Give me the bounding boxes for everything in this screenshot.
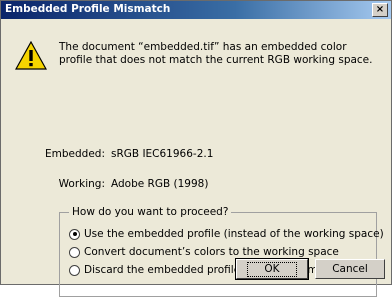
discard-profile-option[interactable]: Discard the embedded profile (don’t colo…: [69, 262, 354, 278]
option-label: Convert document’s colors to the working…: [84, 246, 339, 258]
option-label: Use the embedded profile (instead of the…: [84, 228, 384, 240]
cancel-label: Cancel: [332, 263, 368, 275]
radio-button-selected[interactable]: [69, 228, 80, 240]
dialog-title: Embedded Profile Mismatch: [5, 3, 171, 15]
group-title: How do you want to proceed?: [69, 206, 232, 218]
convert-colors-option[interactable]: Convert document’s colors to the working…: [69, 244, 339, 260]
mismatch-message: The document “embedded.tif” has an embed…: [59, 41, 373, 66]
working-label: Working:: [58, 178, 105, 190]
dialog-window: Embedded Profile Mismatch × The document…: [0, 0, 392, 297]
close-button[interactable]: ×: [372, 3, 388, 17]
option-label: Discard the embedded profile (don’t colo…: [84, 264, 355, 276]
use-embedded-option[interactable]: Use the embedded profile (instead of the…: [69, 226, 384, 242]
embedded-label: Embedded:: [45, 148, 105, 160]
radio-button[interactable]: [69, 246, 80, 258]
title-bar[interactable]: Embedded Profile Mismatch ×: [1, 1, 391, 19]
cancel-button[interactable]: Cancel: [315, 259, 385, 279]
ok-label: OK: [247, 262, 297, 277]
radio-button[interactable]: [69, 264, 80, 276]
close-icon: ×: [375, 4, 385, 15]
embedded-profile-value: sRGB IEC61966-2.1: [111, 148, 214, 160]
ok-button[interactable]: OK: [235, 258, 309, 280]
working-space-value: Adobe RGB (1998): [111, 178, 209, 190]
warning-icon: [15, 41, 47, 70]
